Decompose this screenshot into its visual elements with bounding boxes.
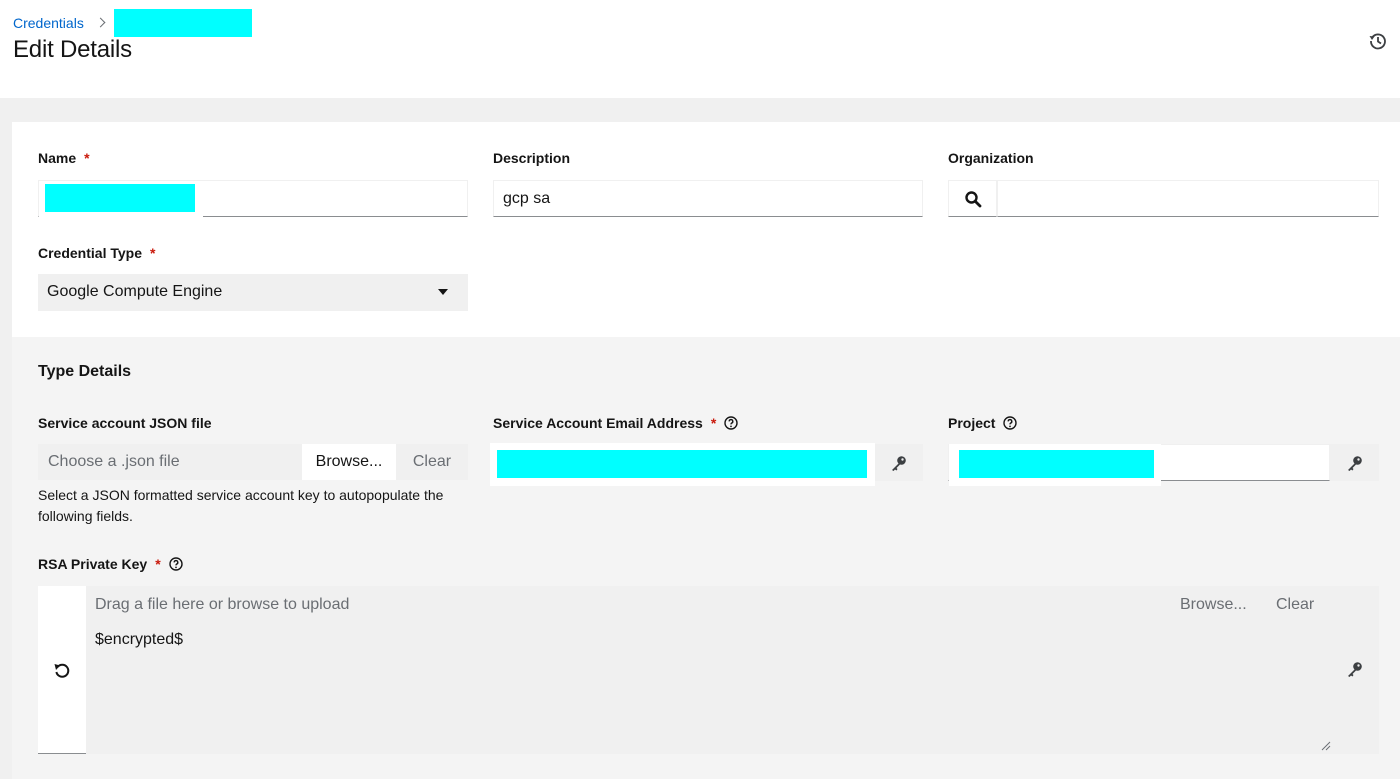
email-credential-plugin-button[interactable] (875, 444, 923, 481)
project-credential-plugin-button[interactable] (1330, 444, 1379, 481)
name-label-text: Name (38, 150, 77, 166)
caret-down-icon (438, 289, 448, 295)
page-title: Edit Details (13, 36, 132, 63)
rsa-key-textarea-value[interactable]: $encrypted$ (95, 631, 183, 649)
rsa-key-credential-plugin-button[interactable] (1331, 647, 1379, 691)
help-icon[interactable] (168, 557, 183, 571)
project-input[interactable] (948, 444, 1330, 486)
undo-icon (54, 663, 70, 678)
credential-type-required-mark: * (150, 245, 156, 261)
json-browse-button[interactable]: Browse... (302, 444, 396, 480)
chevron-right-icon (95, 17, 106, 27)
description-input[interactable]: gcp sa (493, 180, 923, 217)
rsa-key-clear-button[interactable]: Clear (1276, 596, 1314, 614)
json-file-helper-text: Select a JSON formatted service account … (38, 487, 444, 524)
history-icon[interactable] (1368, 31, 1388, 51)
json-file-placeholder: Choose a .json file (48, 453, 180, 470)
credential-type-label-text: Credential Type (38, 245, 142, 261)
help-icon[interactable] (1003, 416, 1018, 430)
description-value: gcp sa (503, 189, 551, 207)
description-label: Description (493, 150, 570, 166)
organization-label-text: Organization (948, 150, 1034, 166)
organization-lookup-button[interactable] (948, 180, 997, 217)
key-icon (892, 455, 906, 471)
json-file-label: Service account JSON file (38, 415, 212, 431)
name-label: Name * (38, 150, 90, 166)
page-header: Credentials Edit Details (0, 0, 1400, 98)
type-details-section: Type Details Service account JSON file C… (12, 337, 1400, 779)
search-icon (964, 190, 981, 207)
rsa-key-label-text: RSA Private Key (38, 556, 148, 572)
rsa-key-revert-button[interactable] (38, 586, 86, 754)
type-details-title: Type Details (38, 363, 132, 380)
breadcrumb-credentials-link[interactable]: Credentials (13, 15, 84, 31)
name-value-redacted-overlay (45, 184, 195, 212)
project-label: Project (948, 415, 1018, 431)
key-icon (1347, 455, 1362, 471)
credential-type-label: Credential Type * (38, 245, 155, 261)
email-label: Service Account Email Address * (493, 415, 738, 431)
project-value-redacted (959, 450, 1154, 478)
json-file-filename-field[interactable]: Choose a .json file (38, 444, 302, 480)
credential-type-value: Google Compute Engine (47, 283, 223, 300)
credential-form-card: Name * Description gcp sa Organization C… (12, 122, 1400, 779)
json-file-label-text: Service account JSON file (38, 415, 212, 431)
organization-label: Organization (948, 150, 1034, 166)
name-required-mark: * (84, 150, 90, 166)
json-clear-button[interactable]: Clear (396, 444, 468, 480)
organization-input[interactable] (997, 180, 1379, 217)
email-label-text: Service Account Email Address (493, 415, 703, 431)
help-icon[interactable] (724, 416, 738, 430)
rsa-key-browse-button[interactable]: Browse... (1180, 596, 1247, 614)
rsa-key-label: RSA Private Key * (38, 556, 183, 572)
breadcrumb: Credentials (13, 9, 252, 37)
rsa-key-file-upload[interactable]: Drag a file here or browse to upload Bro… (86, 586, 1379, 754)
email-required-mark: * (710, 415, 717, 431)
breadcrumb-current-redacted (113, 9, 252, 37)
resize-grip-icon[interactable] (1321, 741, 1331, 751)
basic-details-section: Name * Description gcp sa Organization C… (12, 122, 1400, 337)
description-label-text: Description (493, 150, 571, 166)
rsa-key-required-mark: * (155, 556, 161, 572)
credential-type-select[interactable]: Google Compute Engine (38, 274, 468, 311)
email-value-redacted (497, 450, 867, 478)
project-label-text: Project (948, 415, 996, 431)
key-icon (1348, 662, 1362, 677)
email-input[interactable] (490, 443, 875, 486)
name-input[interactable] (38, 180, 468, 217)
rsa-key-drag-text: Drag a file here or browse to upload (95, 596, 350, 613)
